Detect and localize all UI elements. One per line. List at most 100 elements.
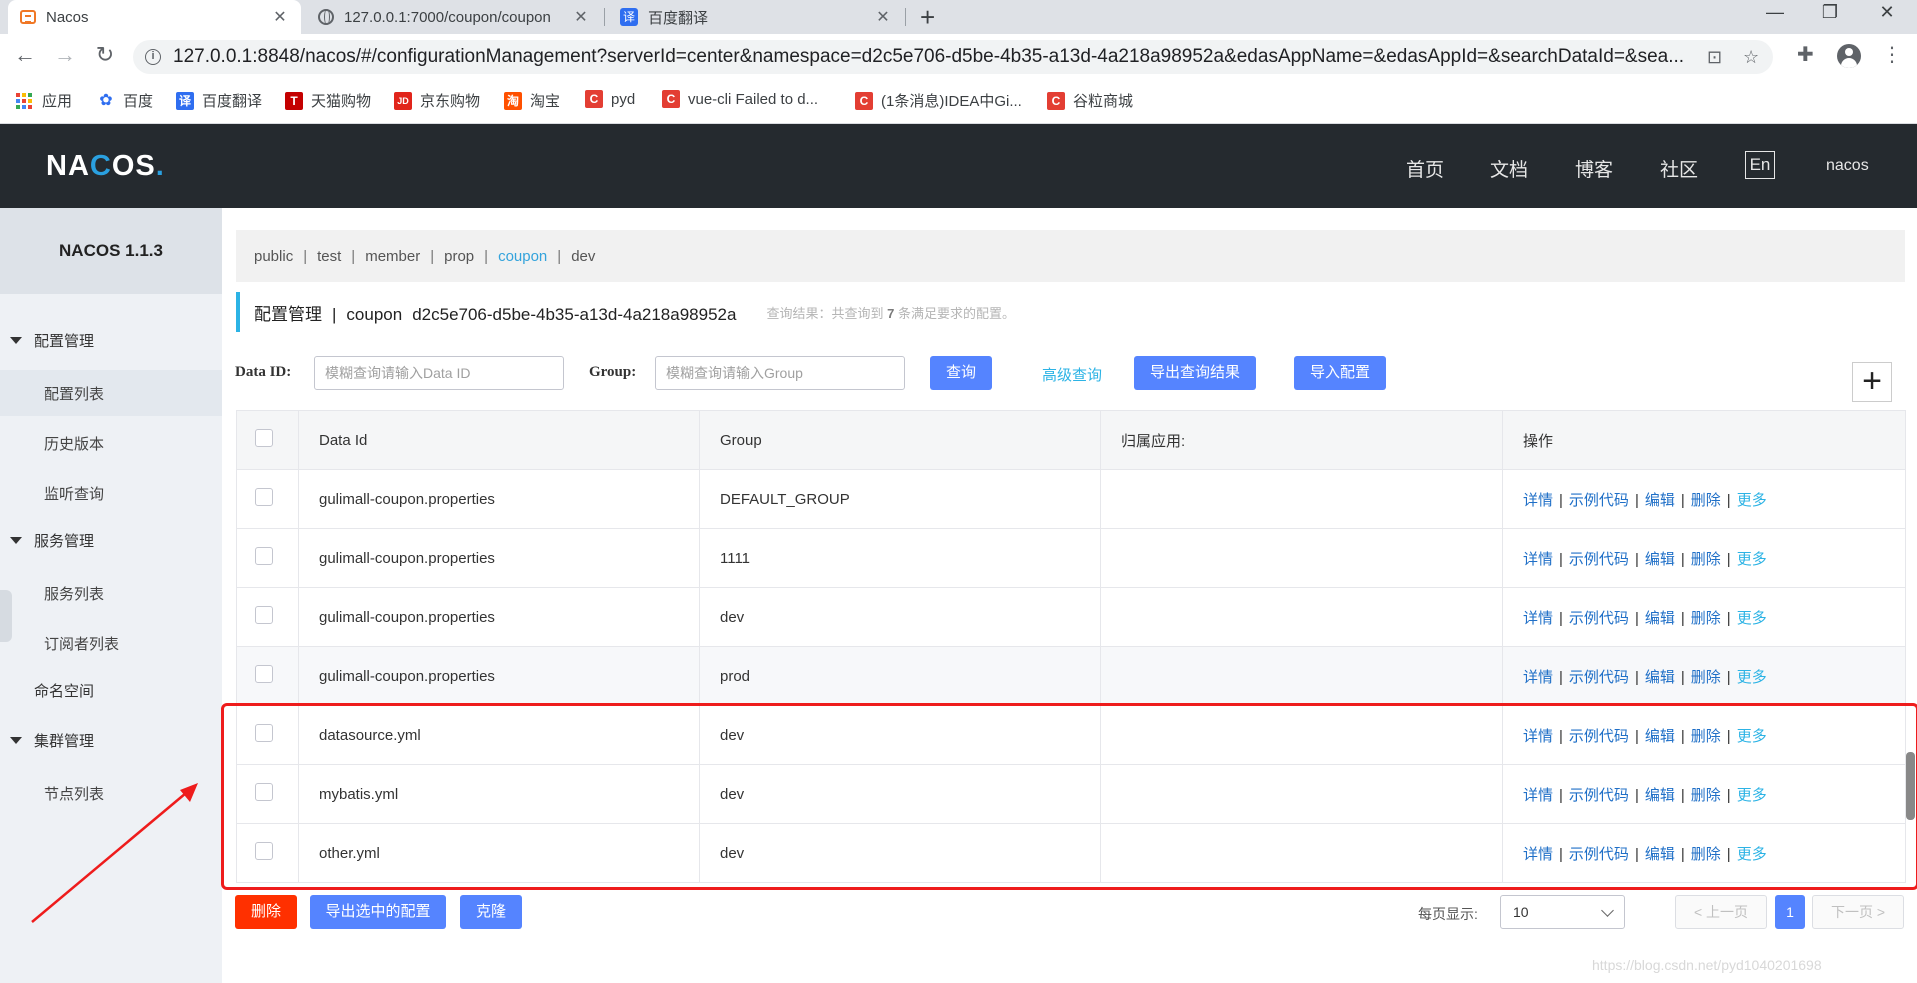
bookmark-jd[interactable]: JD 京东购物	[394, 90, 480, 111]
delete-link[interactable]: 删除	[1691, 669, 1721, 686]
bookmark-star-icon[interactable]: ☆	[1743, 47, 1759, 68]
tab-nacos[interactable]: Nacos ✕	[8, 0, 301, 34]
edit-link[interactable]: 编辑	[1645, 551, 1675, 568]
back-arrow-icon[interactable]: ←	[10, 42, 40, 68]
sidebar-item-listener-query[interactable]: 监听查询	[0, 470, 222, 516]
namespace-dev[interactable]: dev	[571, 248, 595, 265]
sidebar-item-history[interactable]: 历史版本	[0, 420, 222, 466]
sidebar-group-config[interactable]: 配置管理	[0, 320, 222, 360]
bookmark-pyd[interactable]: C pyd	[585, 90, 635, 108]
sidebar-collapse-handle[interactable]	[0, 590, 12, 642]
language-switch-button[interactable]: En	[1745, 151, 1775, 179]
bookmark-vue-cli[interactable]: C vue-cli Failed to d...	[662, 90, 818, 108]
next-page-button[interactable]: 下一页 >	[1812, 895, 1904, 929]
more-link[interactable]: 更多	[1737, 492, 1767, 509]
more-link[interactable]: 更多	[1737, 669, 1767, 686]
export-selected-button[interactable]: 导出选中的配置	[310, 895, 446, 929]
nav-docs[interactable]: 文档	[1490, 155, 1528, 182]
namespace-coupon[interactable]: coupon	[498, 248, 547, 265]
new-tab-plus-icon[interactable]: +	[920, 2, 935, 33]
close-icon[interactable]: ✕	[271, 7, 289, 27]
page-size-select[interactable]: 10	[1500, 895, 1625, 929]
edit-link[interactable]: 编辑	[1645, 669, 1675, 686]
translate-page-icon[interactable]: ⊡	[1707, 47, 1722, 68]
search-button[interactable]: 查询	[930, 356, 992, 390]
details-link[interactable]: 详情	[1523, 669, 1553, 686]
row-checkbox[interactable]	[255, 547, 273, 565]
prev-page-button[interactable]: < 上一页	[1675, 895, 1767, 929]
bookmark-idea-git[interactable]: C (1条消息)IDEA中Gi...	[855, 90, 1022, 111]
profile-avatar-icon[interactable]	[1837, 44, 1861, 68]
select-all-checkbox[interactable]	[255, 429, 273, 447]
bookmark-tmall[interactable]: T 天猫购物	[285, 90, 371, 111]
delete-selected-button[interactable]: 删除	[235, 895, 297, 929]
column-header-group[interactable]: Group	[699, 410, 1101, 470]
delete-link[interactable]: 删除	[1691, 610, 1721, 627]
forward-arrow-icon[interactable]: →	[50, 42, 80, 68]
import-config-button[interactable]: 导入配置	[1294, 356, 1386, 390]
sample-code-link[interactable]: 示例代码	[1569, 669, 1629, 686]
edit-link[interactable]: 编辑	[1645, 492, 1675, 509]
row-checkbox[interactable]	[255, 606, 273, 624]
sample-code-link[interactable]: 示例代码	[1569, 551, 1629, 568]
info-icon[interactable]: i	[145, 49, 161, 65]
data-id-search-input[interactable]	[314, 356, 564, 390]
tab-coupon[interactable]: 127.0.0.1:7000/coupon/coupon ✕	[306, 0, 602, 34]
restore-icon[interactable]: ❐	[1815, 2, 1845, 23]
row-checkbox[interactable]	[255, 488, 273, 506]
bookmark-baidu[interactable]: ✿ 百度	[97, 90, 153, 111]
tab-baidu-translate[interactable]: 译 百度翻译 ✕	[608, 0, 904, 34]
edit-link[interactable]: 编辑	[1645, 610, 1675, 627]
delete-link[interactable]: 删除	[1691, 551, 1721, 568]
export-results-button[interactable]: 导出查询结果	[1134, 356, 1256, 390]
sidebar-item-service-list[interactable]: 服务列表	[0, 570, 222, 616]
nav-community[interactable]: 社区	[1660, 155, 1698, 182]
reload-icon[interactable]: ↻	[90, 42, 120, 68]
close-icon[interactable]: ✕	[874, 7, 892, 27]
details-link[interactable]: 详情	[1523, 492, 1553, 509]
window-close-icon[interactable]: ✕	[1872, 2, 1902, 23]
add-config-button[interactable]: +	[1852, 362, 1892, 402]
nacos-logo[interactable]: NACOS.	[46, 150, 165, 183]
bookmark-apps[interactable]: 应用	[16, 90, 72, 111]
bookmark-gulimall[interactable]: C 谷粒商城	[1047, 90, 1133, 111]
table-row: gulimall-coupon.properties 1111 详情 | 示例代码 | 编辑…	[236, 528, 1906, 588]
bookmark-taobao[interactable]: 淘 淘宝	[504, 90, 560, 111]
minimize-icon[interactable]: —	[1760, 2, 1790, 23]
more-link[interactable]: 更多	[1737, 610, 1767, 627]
namespace-member[interactable]: member	[365, 248, 420, 265]
user-menu[interactable]: nacos	[1826, 157, 1869, 175]
sidebar-item-namespace[interactable]: 命名空间	[0, 670, 222, 710]
namespace-prop[interactable]: prop	[444, 248, 474, 265]
nav-home[interactable]: 首页	[1406, 155, 1444, 182]
menu-kebab-icon[interactable]: ⋮	[1882, 42, 1902, 67]
column-header-data-id[interactable]: Data Id	[298, 410, 700, 470]
sidebar-group-cluster[interactable]: 集群管理	[0, 720, 222, 760]
namespace-public[interactable]: public	[254, 248, 293, 265]
clone-button[interactable]: 克隆	[460, 895, 522, 929]
more-link[interactable]: 更多	[1737, 551, 1767, 568]
address-bar[interactable]: i 127.0.0.1:8848/nacos/#/configurationMa…	[133, 40, 1773, 74]
bookmark-label: 应用	[42, 93, 73, 110]
nav-blog[interactable]: 博客	[1575, 155, 1613, 182]
page-1-button[interactable]: 1	[1775, 895, 1805, 929]
group-search-input[interactable]	[655, 356, 905, 390]
sidebar-item-config-list[interactable]: 配置列表	[0, 370, 222, 416]
sidebar-group-service[interactable]: 服务管理	[0, 520, 222, 560]
page-scrollbar-thumb[interactable]	[1906, 752, 1915, 820]
extensions-puzzle-icon[interactable]: ✚	[1797, 42, 1814, 67]
jd-icon: JD	[394, 91, 412, 110]
delete-link[interactable]: 删除	[1691, 492, 1721, 509]
column-header-app[interactable]: 归属应用:	[1100, 410, 1503, 470]
details-link[interactable]: 详情	[1523, 551, 1553, 568]
row-checkbox[interactable]	[255, 665, 273, 683]
sample-code-link[interactable]: 示例代码	[1569, 610, 1629, 627]
advanced-search-link[interactable]: 高级查询	[1042, 364, 1102, 385]
details-link[interactable]: 详情	[1523, 610, 1553, 627]
query-result-count: 7	[887, 305, 895, 321]
sidebar-item-subscribers[interactable]: 订阅者列表	[0, 620, 222, 666]
close-icon[interactable]: ✕	[572, 7, 590, 27]
namespace-test[interactable]: test	[317, 248, 341, 265]
bookmark-baidu-translate[interactable]: 译 百度翻译	[176, 90, 262, 111]
sample-code-link[interactable]: 示例代码	[1569, 492, 1629, 509]
